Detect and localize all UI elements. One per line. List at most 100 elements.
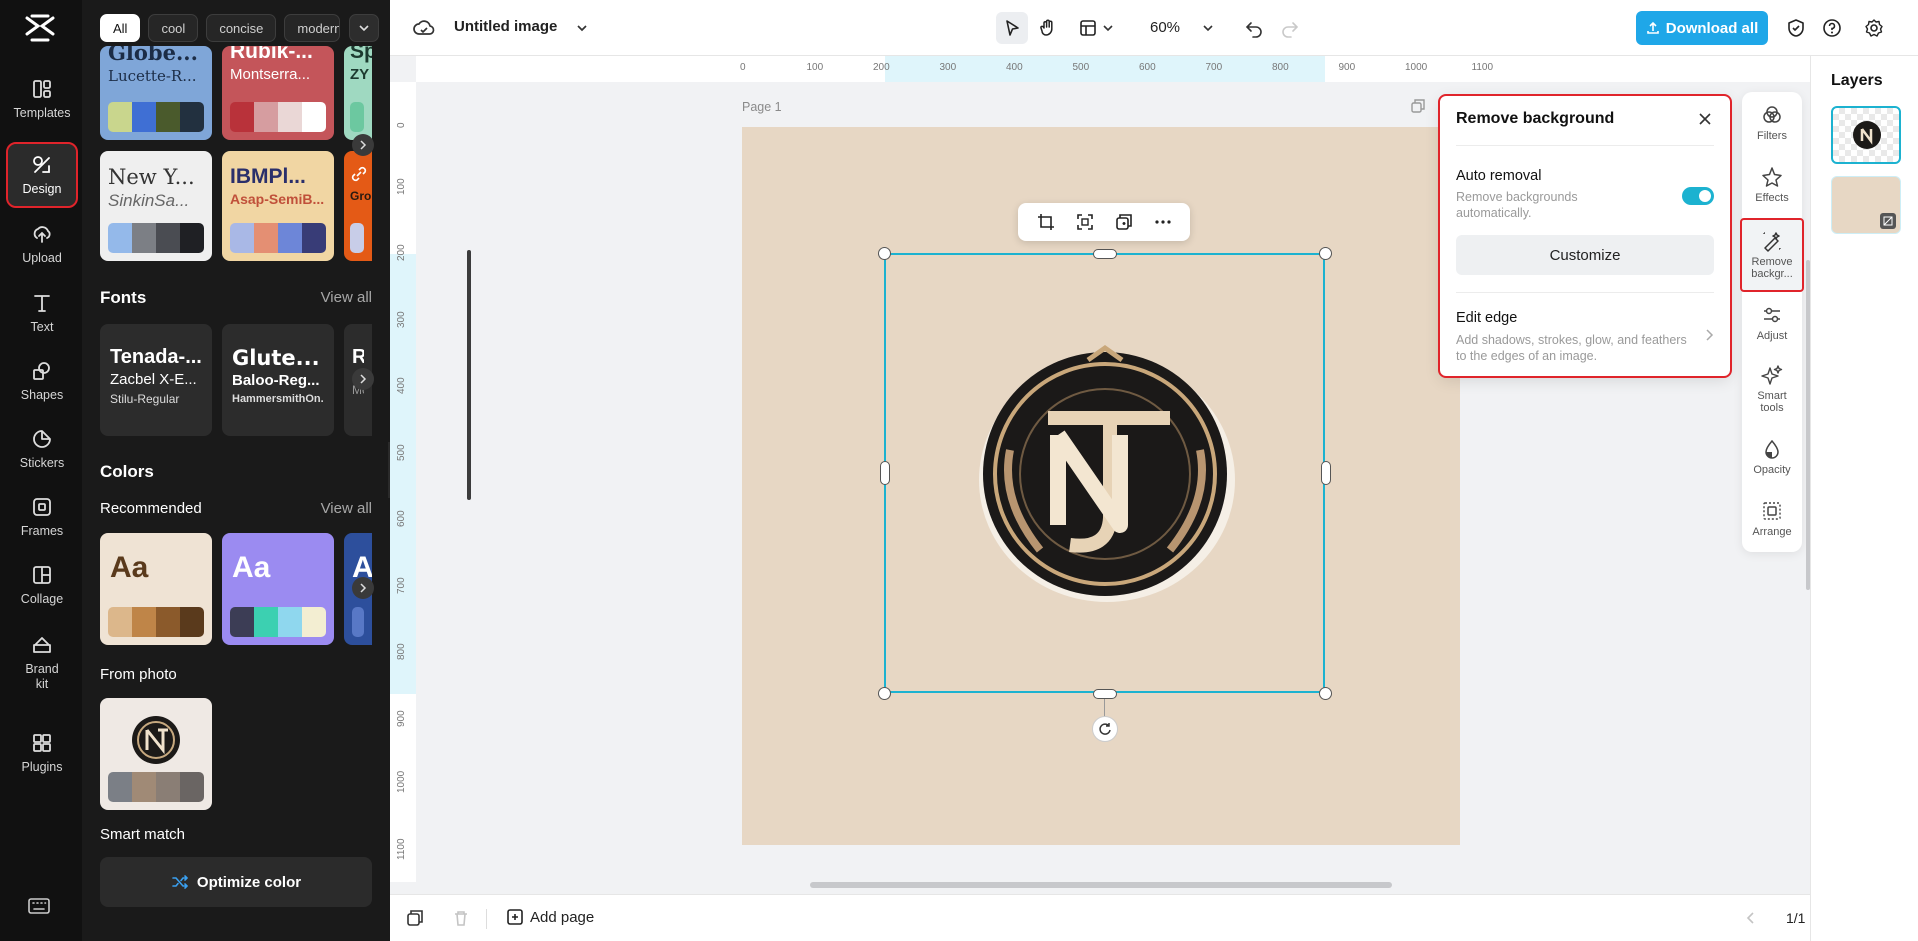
font-combo-card[interactable]: Glute... Baloo-Reg... HammersmithOn... (222, 324, 334, 436)
customize-button[interactable]: Customize (1456, 235, 1714, 275)
chevron-right-icon (360, 374, 367, 384)
color-palette-card[interactable]: Aa (100, 533, 212, 645)
tool-arrange[interactable]: Arrange (1742, 500, 1802, 538)
logo-thumbnail (132, 716, 180, 764)
text-style-card[interactable]: Rubik-... Montserra... (222, 46, 334, 140)
chip-modern[interactable]: modern (284, 14, 341, 42)
layout-chevron-down-icon[interactable] (1096, 16, 1120, 40)
scroll-right-button[interactable] (352, 134, 374, 156)
chip-cool[interactable]: cool (148, 14, 199, 42)
tool-effects[interactable]: Effects (1742, 166, 1802, 204)
rail-item-collage[interactable]: Collage (8, 554, 76, 616)
settings-gear-icon[interactable] (1862, 16, 1886, 40)
resize-handle-left[interactable] (880, 461, 890, 485)
capcut-logo[interactable] (24, 14, 56, 42)
colors-view-all-link[interactable]: View all (321, 500, 372, 517)
rail-item-plugins[interactable]: Plugins (8, 722, 76, 784)
ruler-tick-label: 500 (396, 443, 407, 461)
page-label: Page 1 (742, 100, 782, 114)
color-palette-card[interactable]: Aa (222, 533, 334, 645)
filters-icon (1763, 106, 1781, 123)
optimize-color-button[interactable]: Optimize color (100, 857, 372, 907)
panel-scrollbar[interactable] (467, 250, 471, 500)
download-all-button[interactable]: Download all (1636, 11, 1768, 45)
palette-preview-text: Aa (232, 551, 271, 584)
remove-background-panel: Remove background Auto removal Remove ba… (1438, 94, 1732, 378)
selection-box[interactable] (884, 253, 1325, 693)
close-icon[interactable] (1696, 110, 1714, 128)
more-options-icon[interactable] (1154, 213, 1172, 231)
chips-expand-button[interactable] (349, 14, 379, 42)
rotate-handle[interactable] (1092, 716, 1118, 742)
tool-smart-tools[interactable]: Smart tools (1742, 364, 1802, 414)
zoom-chevron-down-icon[interactable] (1196, 16, 1220, 40)
undo-icon[interactable] (1242, 16, 1266, 40)
rail-item-upload[interactable]: Upload (8, 213, 76, 275)
layer-item-background[interactable] (1831, 176, 1901, 234)
help-icon[interactable] (1820, 16, 1844, 40)
rail-item-templates[interactable]: Templates (8, 68, 76, 130)
shield-icon[interactable] (1784, 16, 1808, 40)
edit-edge-label[interactable]: Edit edge (1456, 310, 1517, 326)
cloud-save-icon[interactable] (412, 16, 436, 40)
text-style-card[interactable]: Globe... Lucette-R... (100, 46, 212, 140)
auto-removal-description: Remove backgrounds automatically. (1456, 190, 1578, 220)
resize-handle-bottom[interactable] (1093, 689, 1117, 699)
style-filter-chips: All cool concise modern (100, 14, 341, 42)
rail-label: Text (30, 319, 54, 334)
resize-handle-top-left[interactable] (878, 247, 891, 260)
rail-label: Plugins (21, 759, 63, 774)
chevron-right-icon[interactable] (1704, 328, 1714, 342)
delete-page-icon[interactable] (452, 909, 470, 927)
document-title[interactable]: Untitled image (454, 18, 557, 35)
chip-all[interactable]: All (100, 14, 141, 42)
keyboard-shortcuts-icon[interactable] (27, 897, 51, 915)
rail-item-text[interactable]: Text (8, 282, 76, 344)
auto-removal-toggle[interactable] (1682, 187, 1714, 205)
rail-item-design[interactable]: Design (6, 142, 78, 208)
rail-item-shapes[interactable]: Shapes (8, 350, 76, 412)
scroll-right-button[interactable] (352, 368, 374, 390)
top-toolbar: Untitled image 60% Download all (390, 0, 1918, 56)
text-style-card[interactable]: New Y... SinkinSa... (100, 151, 212, 261)
hand-tool-icon[interactable] (1036, 16, 1060, 40)
crop-icon[interactable] (1037, 213, 1055, 231)
add-page-button[interactable]: Add page (506, 908, 594, 926)
fonts-view-all-link[interactable]: View all (321, 289, 372, 306)
replace-icon[interactable] (1076, 213, 1094, 231)
color-swatches (350, 223, 364, 253)
text-style-card[interactable]: IBMPl... Asap-SemiB... (222, 151, 334, 261)
scroll-right-button[interactable] (352, 577, 374, 599)
duplicate-icon[interactable] (1115, 213, 1133, 231)
chip-concise[interactable]: concise (206, 14, 277, 42)
tool-adjust[interactable]: Adjust (1742, 304, 1802, 342)
layer-item-logo[interactable] (1831, 106, 1901, 164)
resize-handle-right[interactable] (1321, 461, 1331, 485)
horizontal-scrollbar[interactable] (810, 882, 1392, 888)
redo-icon[interactable] (1278, 16, 1302, 40)
rail-item-frames[interactable]: Frames (8, 486, 76, 548)
resize-handle-bottom-right[interactable] (1319, 687, 1332, 700)
font-combo-card[interactable]: Tenada-... Zacbel X-E... Stilu-Regular (100, 324, 212, 436)
previous-page-icon[interactable] (1744, 911, 1758, 925)
ruler-tick-label: 400 (396, 377, 407, 394)
photo-palette-card[interactable] (100, 698, 212, 810)
rail-item-stickers[interactable]: Stickers (8, 418, 76, 480)
color-swatches (108, 102, 204, 132)
title-dropdown-chevron-icon[interactable] (570, 16, 594, 40)
resize-handle-top[interactable] (1093, 249, 1117, 259)
page-counter: 1/1 (1786, 910, 1806, 926)
tool-remove-background[interactable]: Remove backgr... (1740, 218, 1804, 292)
tool-opacity[interactable]: Opacity (1742, 438, 1802, 476)
page-duplicate-icon[interactable] (1410, 98, 1426, 114)
rail-item-brand-kit[interactable]: Brand kit (8, 628, 76, 698)
resize-handle-bottom-left[interactable] (878, 687, 891, 700)
duplicate-page-icon[interactable] (406, 909, 424, 927)
font-tertiary: Stilu-Regular (110, 392, 180, 406)
text-style-card[interactable]: Gro (344, 151, 372, 261)
text-style-card[interactable]: Sp ZY (344, 46, 372, 140)
rail-label: Stickers (19, 455, 65, 470)
resize-handle-top-right[interactable] (1319, 247, 1332, 260)
zoom-level[interactable]: 60% (1150, 19, 1180, 36)
tool-filters[interactable]: Filters (1742, 104, 1802, 142)
